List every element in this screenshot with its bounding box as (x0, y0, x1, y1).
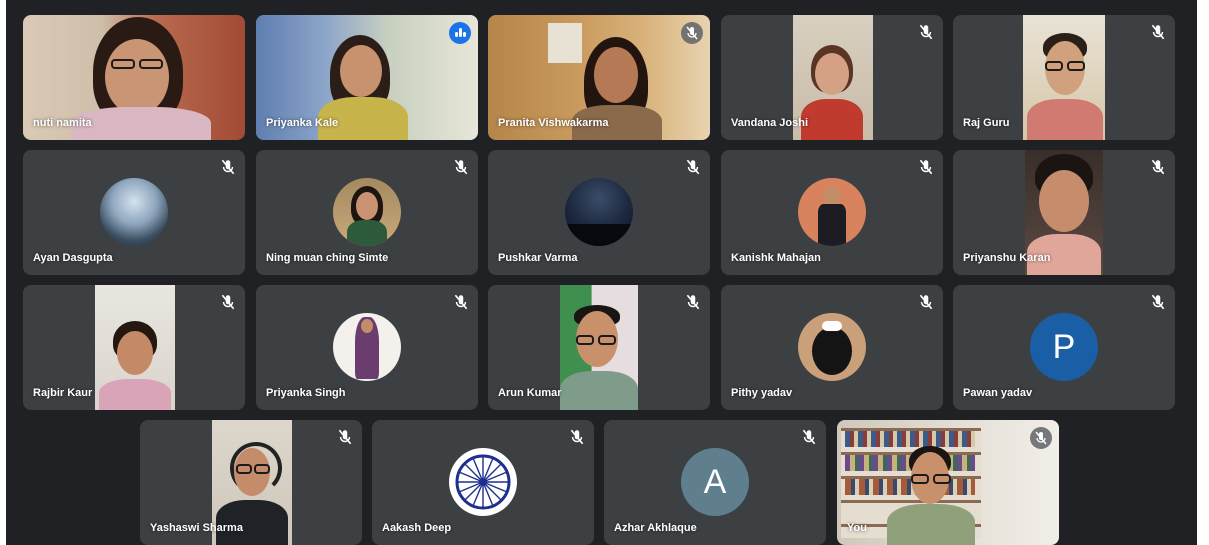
participant-name: Kanishk Mahajan (731, 252, 821, 264)
participant-avatar (449, 448, 517, 516)
avatar-initial: P (1030, 313, 1098, 381)
participant-tile-pranita-vishwakarma[interactable]: Pranita Vishwakarma (488, 15, 710, 140)
participant-tile-ayan-dasgupta[interactable]: Ayan Dasgupta (23, 150, 245, 275)
participant-avatar (333, 313, 401, 381)
participant-avatar (798, 178, 866, 246)
participant-name: Pushkar Varma (498, 252, 578, 264)
mic-off-icon (570, 429, 584, 445)
mic-off-icon (681, 22, 703, 44)
participant-tile-you[interactable]: You (837, 420, 1059, 545)
participant-tile-pushkar-varma[interactable]: Pushkar Varma (488, 150, 710, 275)
participant-name: Ayan Dasgupta (33, 252, 113, 264)
participant-tile-priyanka-singh[interactable]: Priyanka Singh (256, 285, 478, 410)
participant-name: Arun Kumar (498, 387, 562, 399)
participant-tile-azhar-akhlaque[interactable]: A Azhar Akhlaque (604, 420, 826, 545)
participant-name: Vandana Joshi (731, 117, 809, 129)
participant-name: Yashaswi Sharma (150, 522, 243, 534)
mic-off-icon (454, 294, 468, 310)
participant-name: Priyanshu Karan (963, 252, 1051, 264)
participant-tile-pithy-yadav[interactable]: Pithy yadav (721, 285, 943, 410)
participant-avatar (798, 313, 866, 381)
video-grid: nuti namita Priyanka Kale Pranita Vishwa… (6, 0, 1197, 545)
participant-name: You (847, 522, 867, 534)
mic-off-icon (1151, 159, 1165, 175)
participant-tile-ning-muan-ching-simte[interactable]: Ning muan ching Simte (256, 150, 478, 275)
mic-off-icon (686, 159, 700, 175)
participant-name: Ning muan ching Simte (266, 252, 389, 264)
mic-off-icon (919, 159, 933, 175)
participant-tile-yashaswi-sharma[interactable]: Yashaswi Sharma (140, 420, 362, 545)
participant-tile-kanishk-mahajan[interactable]: Kanishk Mahajan (721, 150, 943, 275)
mic-off-icon (454, 159, 468, 175)
participant-name: Pawan yadav (963, 387, 1033, 399)
participant-tile-pawan-yadav[interactable]: P Pawan yadav (953, 285, 1175, 410)
participant-name: Raj Guru (963, 117, 1010, 129)
participant-tile-raj-guru[interactable]: Raj Guru (953, 15, 1175, 140)
participant-avatar (565, 178, 633, 246)
mic-off-icon (919, 294, 933, 310)
mic-off-icon (1151, 24, 1165, 40)
avatar-initial: A (681, 448, 749, 516)
participant-tile-nuti-namita[interactable]: nuti namita (23, 15, 245, 140)
participant-tile-priyanshu-karan[interactable]: Priyanshu Karan (953, 150, 1175, 275)
participant-video (837, 420, 1059, 545)
participant-avatar (333, 178, 401, 246)
mic-off-icon (221, 159, 235, 175)
ashoka-chakra-icon (455, 454, 511, 510)
participant-video (95, 285, 175, 410)
participant-name: Aakash Deep (382, 522, 452, 534)
mic-off-icon (1151, 294, 1165, 310)
mic-off-icon (1030, 427, 1052, 449)
mic-off-icon (919, 24, 933, 40)
participant-name: Rajbir Kaur (33, 387, 93, 399)
participant-name: Pranita Vishwakarma (498, 117, 609, 129)
mic-off-icon (338, 429, 352, 445)
mic-off-icon (686, 294, 700, 310)
participant-tile-vandana-joshi[interactable]: Vandana Joshi (721, 15, 943, 140)
participant-name: Priyanka Kale (266, 117, 339, 129)
participant-video (1023, 15, 1105, 140)
participant-tile-aakash-deep[interactable]: Aakash Deep (372, 420, 594, 545)
audio-level-icon (449, 22, 471, 44)
participant-name: nuti namita (33, 117, 92, 129)
participant-tile-priyanka-kale[interactable]: Priyanka Kale (256, 15, 478, 140)
mic-off-icon (802, 429, 816, 445)
participant-name: Pithy yadav (731, 387, 793, 399)
mic-off-icon (221, 294, 235, 310)
participant-tile-arun-kumar[interactable]: Arun Kumar (488, 285, 710, 410)
participant-name: Priyanka Singh (266, 387, 346, 399)
participant-avatar (100, 178, 168, 246)
participant-tile-rajbir-kaur[interactable]: Rajbir Kaur (23, 285, 245, 410)
participant-name: Azhar Akhlaque (614, 522, 697, 534)
participant-video (560, 285, 638, 410)
